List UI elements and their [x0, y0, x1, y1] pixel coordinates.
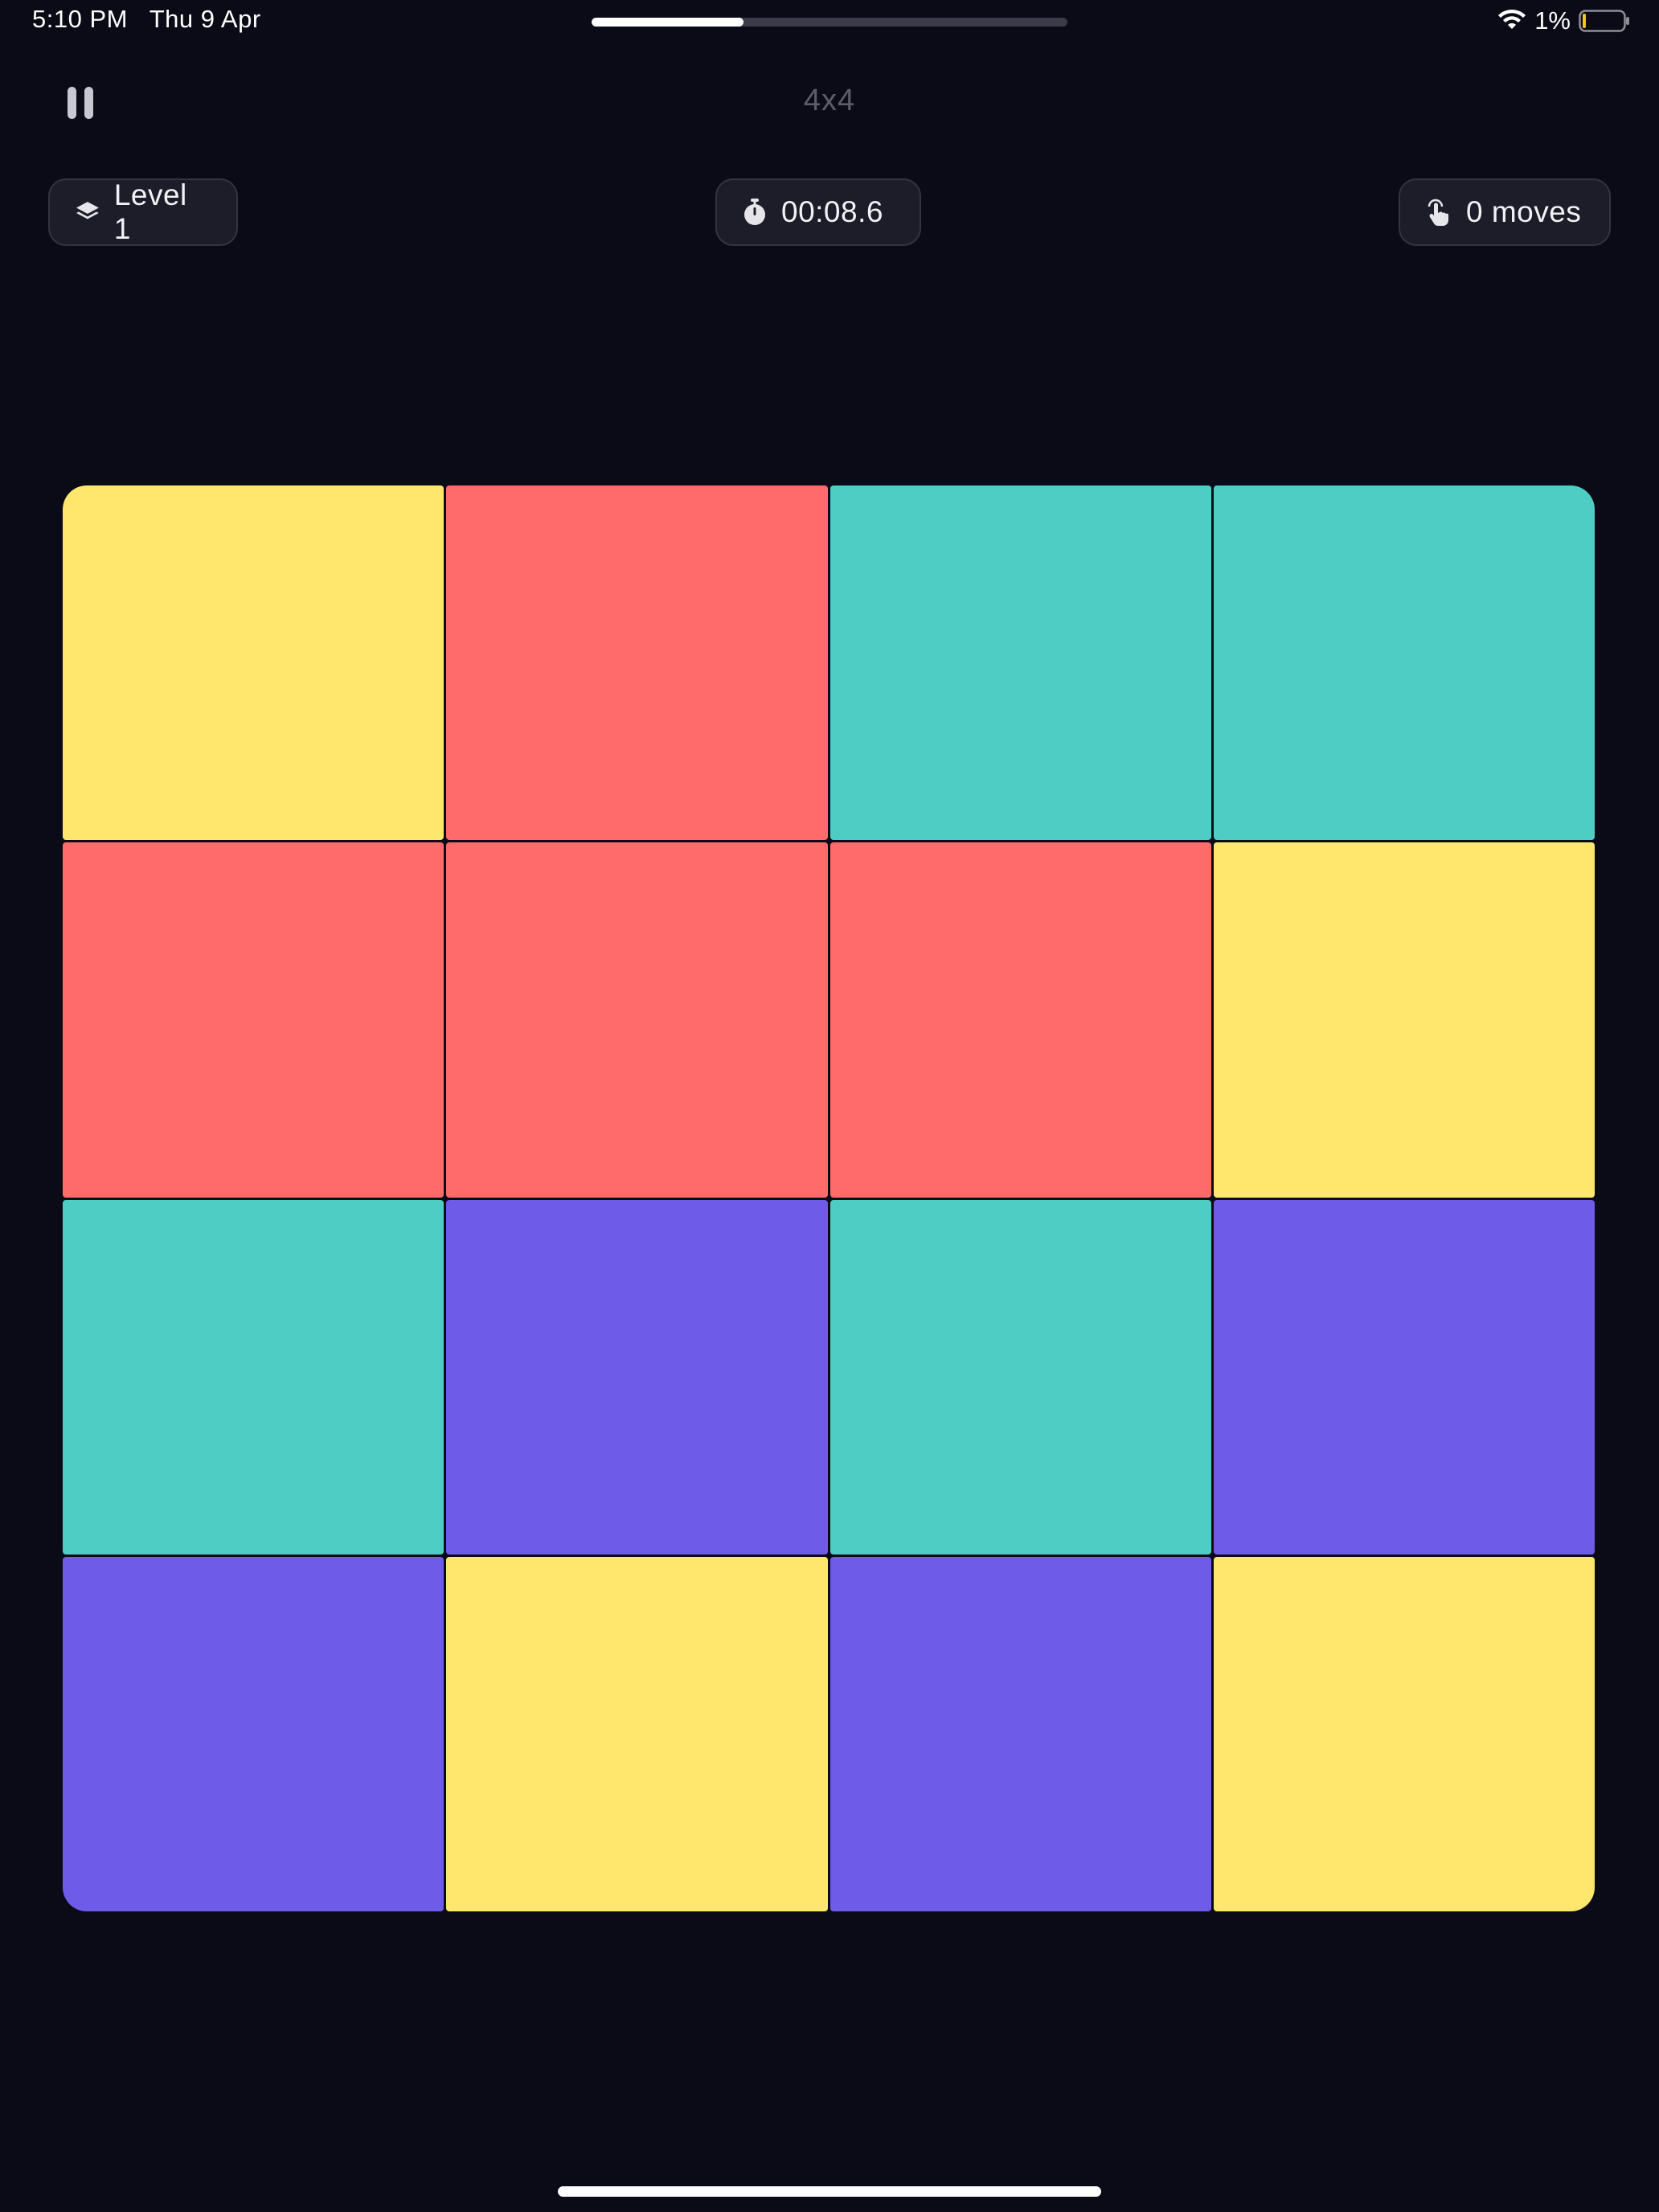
layers-icon: [76, 202, 99, 219]
status-right: 1%: [1497, 6, 1630, 35]
tile-r4-c1-purple[interactable]: [63, 1556, 444, 1911]
moves-pill: 0 moves: [1399, 178, 1611, 246]
stopwatch-icon: [744, 199, 765, 225]
tile-r1-c2-red[interactable]: [446, 485, 828, 841]
status-progress-bar: [592, 18, 1067, 27]
battery-percent: 1%: [1534, 6, 1571, 35]
timer-label: 00:08.6: [781, 195, 883, 228]
tile-r4-c4-yellow[interactable]: [1213, 1556, 1595, 1911]
timer-pill: 00:08.6: [715, 178, 921, 246]
tile-r4-c3-purple[interactable]: [830, 1556, 1211, 1911]
level-pill: Level 1: [48, 178, 238, 246]
tile-r3-c2-purple[interactable]: [446, 1199, 828, 1555]
battery-icon: [1579, 10, 1629, 32]
tile-r3-c1-teal[interactable]: [63, 1199, 444, 1555]
tile-r2-c4-yellow[interactable]: [1213, 842, 1595, 1198]
tile-r3-c4-purple[interactable]: [1213, 1199, 1595, 1555]
tile-r1-c4-teal[interactable]: [1213, 485, 1595, 841]
wifi-icon: [1498, 10, 1526, 29]
status-time: 5:10 PM: [32, 5, 128, 33]
status-time-date: 5:10 PM Thu 9 Apr: [32, 5, 261, 34]
game-board: [63, 485, 1595, 1911]
tap-icon: [1428, 199, 1448, 226]
tile-r1-c3-teal[interactable]: [830, 485, 1211, 841]
tile-r1-c1-yellow[interactable]: [63, 485, 444, 841]
tile-r2-c3-red[interactable]: [830, 842, 1211, 1198]
board-size-title: 4x4: [803, 84, 856, 117]
moves-label: 0 moves: [1466, 195, 1582, 228]
tile-r4-c2-yellow[interactable]: [446, 1556, 828, 1911]
home-indicator[interactable]: [558, 2186, 1101, 2197]
tile-r2-c1-red[interactable]: [63, 842, 444, 1198]
status-progress-fill: [592, 18, 744, 27]
tile-r3-c3-teal[interactable]: [830, 1199, 1211, 1555]
tile-r2-c2-red[interactable]: [446, 842, 828, 1198]
level-label: Level 1: [113, 178, 187, 245]
status-date: Thu 9 Apr: [149, 5, 261, 33]
